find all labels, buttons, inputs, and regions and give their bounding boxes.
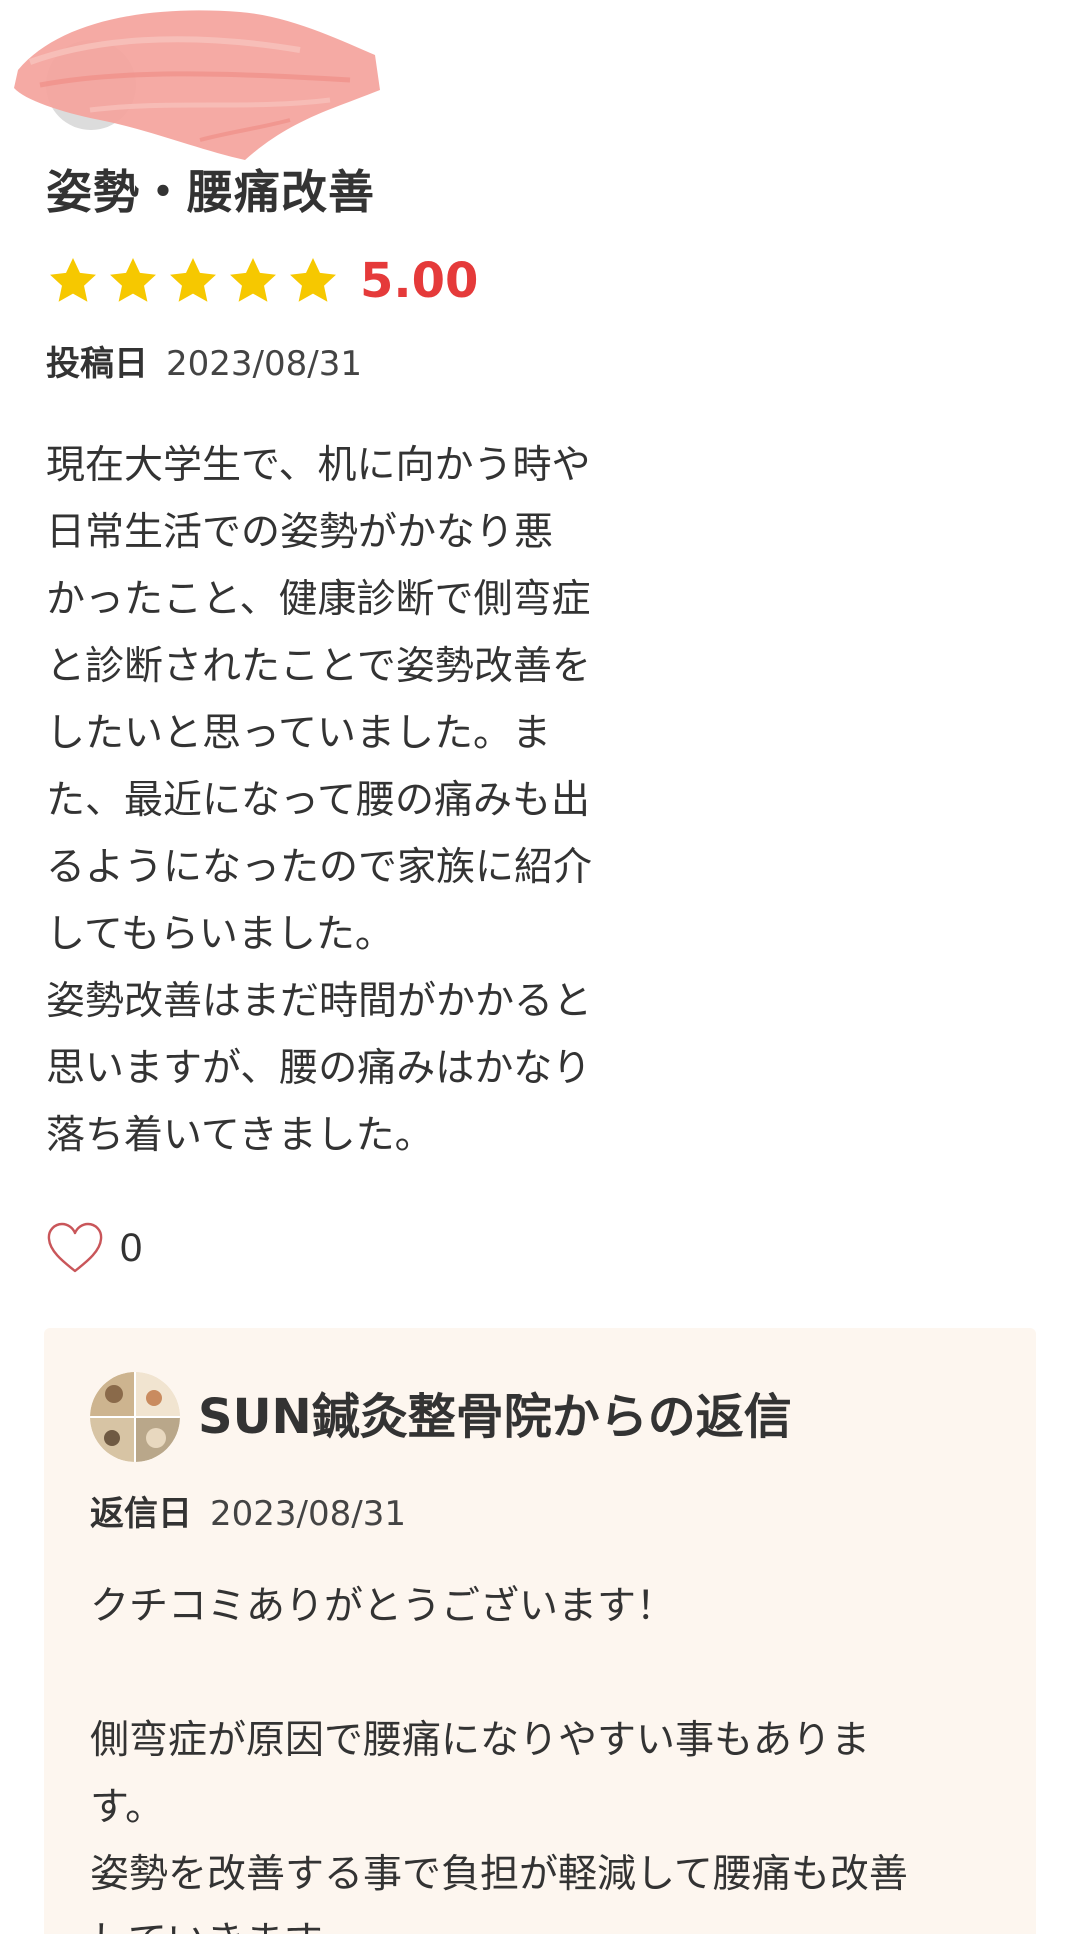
reply-body: クチコミありがとうございます！ 側弯症が原因で腰痛になりやすい事もありま す。 … — [90, 1584, 908, 1934]
like-row: 0 — [46, 1218, 142, 1278]
reply-header: SUN鍼灸整骨院からの返信 — [90, 1372, 792, 1462]
star-rating — [46, 254, 340, 308]
reply-date-row: 返信日 2023/08/31 — [90, 1490, 406, 1538]
star-icon — [170, 258, 216, 302]
like-button[interactable]: 0 — [46, 1221, 142, 1275]
like-count: 0 — [120, 1225, 143, 1270]
reply-date-value: 2023/08/31 — [210, 1494, 406, 1534]
shop-avatar — [90, 1372, 180, 1462]
review-page: 姿勢・腰痛改善 5.00 投稿日 2023/08/31 現在大学生で、机に向かう… — [0, 0, 1080, 1934]
reviewer-header — [0, 0, 400, 170]
star-icon — [110, 258, 156, 302]
post-date-row: 投稿日 2023/08/31 — [46, 340, 362, 388]
post-date-value: 2023/08/31 — [166, 344, 362, 384]
star-icon — [230, 258, 276, 302]
reply-date-label: 返信日 — [90, 1494, 192, 1534]
review-title: 姿勢・腰痛改善 — [46, 165, 375, 219]
shop-reply-box: SUN鍼灸整骨院からの返信 返信日 2023/08/31 クチコミありがとうござ… — [44, 1328, 1036, 1934]
star-icon — [290, 258, 336, 302]
star-icon — [50, 258, 96, 302]
rating-value: 5.00 — [360, 253, 479, 309]
heart-outline-icon — [47, 1222, 103, 1273]
review-body: 現在大学生で、机に向かう時や 日常生活での姿勢がかなり悪 かったこと、健康診断で… — [46, 443, 593, 1158]
reply-title: SUN鍼灸整骨院からの返信 — [198, 1389, 792, 1445]
rating-row: 5.00 — [46, 250, 478, 312]
redaction-brush-stroke — [14, 10, 380, 160]
post-date-label: 投稿日 — [46, 344, 148, 384]
